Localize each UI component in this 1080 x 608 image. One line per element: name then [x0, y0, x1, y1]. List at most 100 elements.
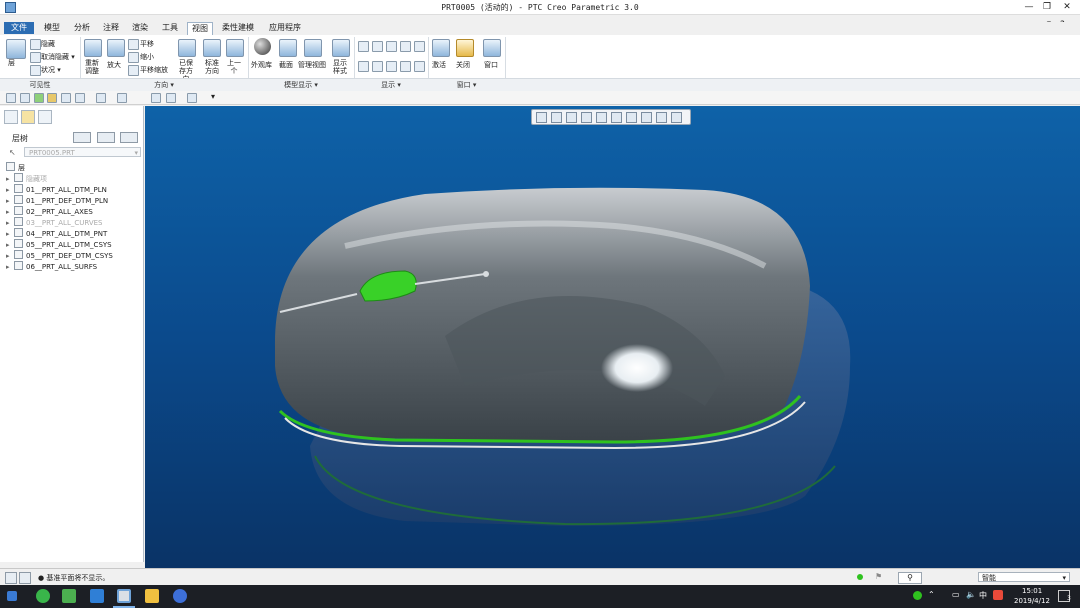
repaint-icon[interactable]	[581, 112, 592, 123]
annotation-display-icon[interactable]	[414, 41, 425, 52]
plane-display-icon[interactable]	[358, 41, 369, 52]
perspective-icon[interactable]	[641, 112, 652, 123]
notification-center-icon[interactable]: 3	[1058, 590, 1071, 602]
hide-icon[interactable]	[30, 39, 41, 50]
tab-model[interactable]: 模型	[40, 22, 64, 34]
tray-network-status-icon[interactable]	[913, 591, 922, 600]
tray-sogou-icon[interactable]	[993, 590, 1003, 600]
taskbar-app-green-icon[interactable]	[36, 589, 50, 603]
status-button[interactable]: 状况 ▾	[41, 66, 61, 74]
tab-analysis[interactable]: 分析	[70, 22, 94, 34]
selection-filter-dropdown[interactable]: 智能 ▾	[978, 572, 1070, 582]
find-icon[interactable]: ⚲	[898, 572, 922, 584]
tray-volume-icon[interactable]: 🔈	[966, 590, 976, 599]
axis-display-icon[interactable]	[372, 41, 383, 52]
customize-toolbar-icon[interactable]: ▾	[211, 92, 215, 101]
display-style-icon[interactable]	[332, 39, 350, 57]
expand-arrow-icon[interactable]: ▸	[6, 240, 14, 250]
manage-views-icon[interactable]	[304, 39, 322, 57]
undo-icon[interactable]	[75, 93, 85, 103]
windows-switch-icon[interactable]	[151, 93, 161, 103]
tab-annotate[interactable]: 注释	[99, 22, 123, 34]
spin-center-icon[interactable]	[414, 61, 425, 72]
expand-arrow-icon[interactable]: ▸	[6, 229, 14, 239]
tab-flexible-modeling[interactable]: 柔性建模	[218, 22, 258, 34]
group-visibility-label[interactable]: 可见性	[0, 80, 80, 90]
close-button[interactable]: ✕	[1060, 1, 1074, 13]
show-menu-icon[interactable]	[73, 132, 91, 143]
display-style-view-icon[interactable]	[596, 112, 607, 123]
close-model-icon[interactable]	[166, 93, 176, 103]
display-style-button[interactable]: 显示样式	[330, 59, 350, 75]
group-orientation-label[interactable]: 方向 ▾	[80, 80, 248, 90]
tree-item[interactable]: ▸ 01__PRT_DEF_DTM_PLN	[6, 195, 108, 205]
tree-item[interactable]: ▸ 02__PRT_ALL_AXES	[6, 206, 93, 216]
pan-icon[interactable]	[128, 39, 139, 50]
folder-icon[interactable]	[47, 93, 57, 103]
section-icon[interactable]	[279, 39, 297, 57]
tab-file[interactable]: 文件 ▾	[4, 22, 34, 44]
pan-button[interactable]: 平移	[140, 40, 154, 48]
expand-arrow-icon[interactable]: ▸	[6, 196, 14, 206]
windows-button[interactable]: 窗口	[484, 61, 498, 69]
group-show-label[interactable]: 显示 ▾	[354, 80, 428, 90]
zoom-out-icon[interactable]	[128, 52, 139, 63]
sketch-icon[interactable]	[187, 93, 197, 103]
layer-button-label[interactable]: 层	[8, 59, 15, 67]
appearance-sphere-icon[interactable]	[254, 38, 271, 55]
manage-views-button[interactable]: 管理视图	[298, 61, 326, 69]
tree-root-layer[interactable]: 层	[6, 162, 25, 172]
standard-orientation-button[interactable]: 标准方向	[202, 59, 222, 75]
refit-icon[interactable]	[84, 39, 102, 57]
tray-expand-icon[interactable]: ⌃	[928, 590, 935, 599]
graphics-viewport[interactable]	[145, 106, 1080, 568]
clock-time[interactable]: 15:01	[1022, 587, 1042, 595]
clock-date[interactable]: 2019/4/12	[1014, 597, 1050, 605]
tree-item[interactable]: ▸ 05__PRT_DEF_DTM_CSYS	[6, 250, 113, 260]
tab-view[interactable]: 视图	[187, 22, 213, 35]
toggle-browser-icon[interactable]	[19, 572, 31, 584]
tree-item[interactable]: ▸ 01__PRT_ALL_DTM_PLN	[6, 184, 107, 194]
previous-view-button[interactable]: 上一个	[226, 59, 242, 75]
layer-tools-icon[interactable]	[97, 132, 115, 143]
expand-arrow-icon[interactable]: ▸	[6, 251, 14, 261]
regenerate-model-icon[interactable]	[117, 93, 127, 103]
zoom-in-view-icon[interactable]	[551, 112, 562, 123]
hide-button[interactable]: 隐藏	[41, 40, 55, 48]
zoom-in-button[interactable]: 放大	[107, 61, 121, 69]
close-window-icon[interactable]	[456, 39, 474, 57]
tree-item[interactable]: ▸ 06__PRT_ALL_SURFS	[6, 261, 97, 271]
expand-arrow-icon[interactable]: ▸	[6, 262, 14, 272]
tab-render[interactable]: 渲染	[128, 22, 152, 34]
datum-display-filter-icon[interactable]	[656, 112, 667, 123]
unhide-button[interactable]: 取消隐藏 ▾	[41, 53, 75, 61]
previous-view-icon[interactable]	[226, 39, 244, 57]
tree-item[interactable]: ▸ 隐藏项	[6, 173, 47, 183]
minimize-button[interactable]: —	[1022, 1, 1036, 13]
tab-tools[interactable]: 工具	[158, 22, 182, 34]
favorites-tab-icon[interactable]	[38, 110, 52, 124]
group-model-display-label[interactable]: 模型显示 ▾	[248, 80, 354, 90]
expand-arrow-icon[interactable]: ▸	[6, 174, 14, 184]
expand-arrow-icon[interactable]: ▸	[6, 218, 14, 228]
tray-ime-indicator[interactable]: 中	[979, 590, 987, 601]
unhide-icon[interactable]	[30, 52, 41, 63]
pan-zoom-button[interactable]: 平移缩放	[140, 66, 168, 74]
redo-icon[interactable]	[96, 93, 106, 103]
activate-window-button[interactable]: 激活	[432, 61, 446, 69]
tab-applications[interactable]: 应用程序	[265, 22, 305, 34]
start-button-icon[interactable]	[7, 591, 17, 601]
point-tag-icon[interactable]	[386, 61, 397, 72]
taskbar-creo-icon[interactable]	[117, 589, 131, 603]
standard-orientation-icon[interactable]	[203, 39, 221, 57]
model-selector[interactable]: PRT0005.PRT ▾	[24, 147, 141, 157]
regenerate-icon[interactable]	[34, 93, 44, 103]
new-file-icon[interactable]	[6, 93, 16, 103]
annotation-display-view-icon[interactable]	[671, 112, 682, 123]
save-icon[interactable]	[61, 93, 71, 103]
status-icon[interactable]	[30, 65, 41, 76]
csys-display-icon[interactable]	[400, 41, 411, 52]
saved-orientation-icon[interactable]	[178, 39, 196, 57]
select-arrow-icon[interactable]: ↖	[9, 148, 16, 157]
maximize-button[interactable]: ❐	[1040, 1, 1054, 13]
